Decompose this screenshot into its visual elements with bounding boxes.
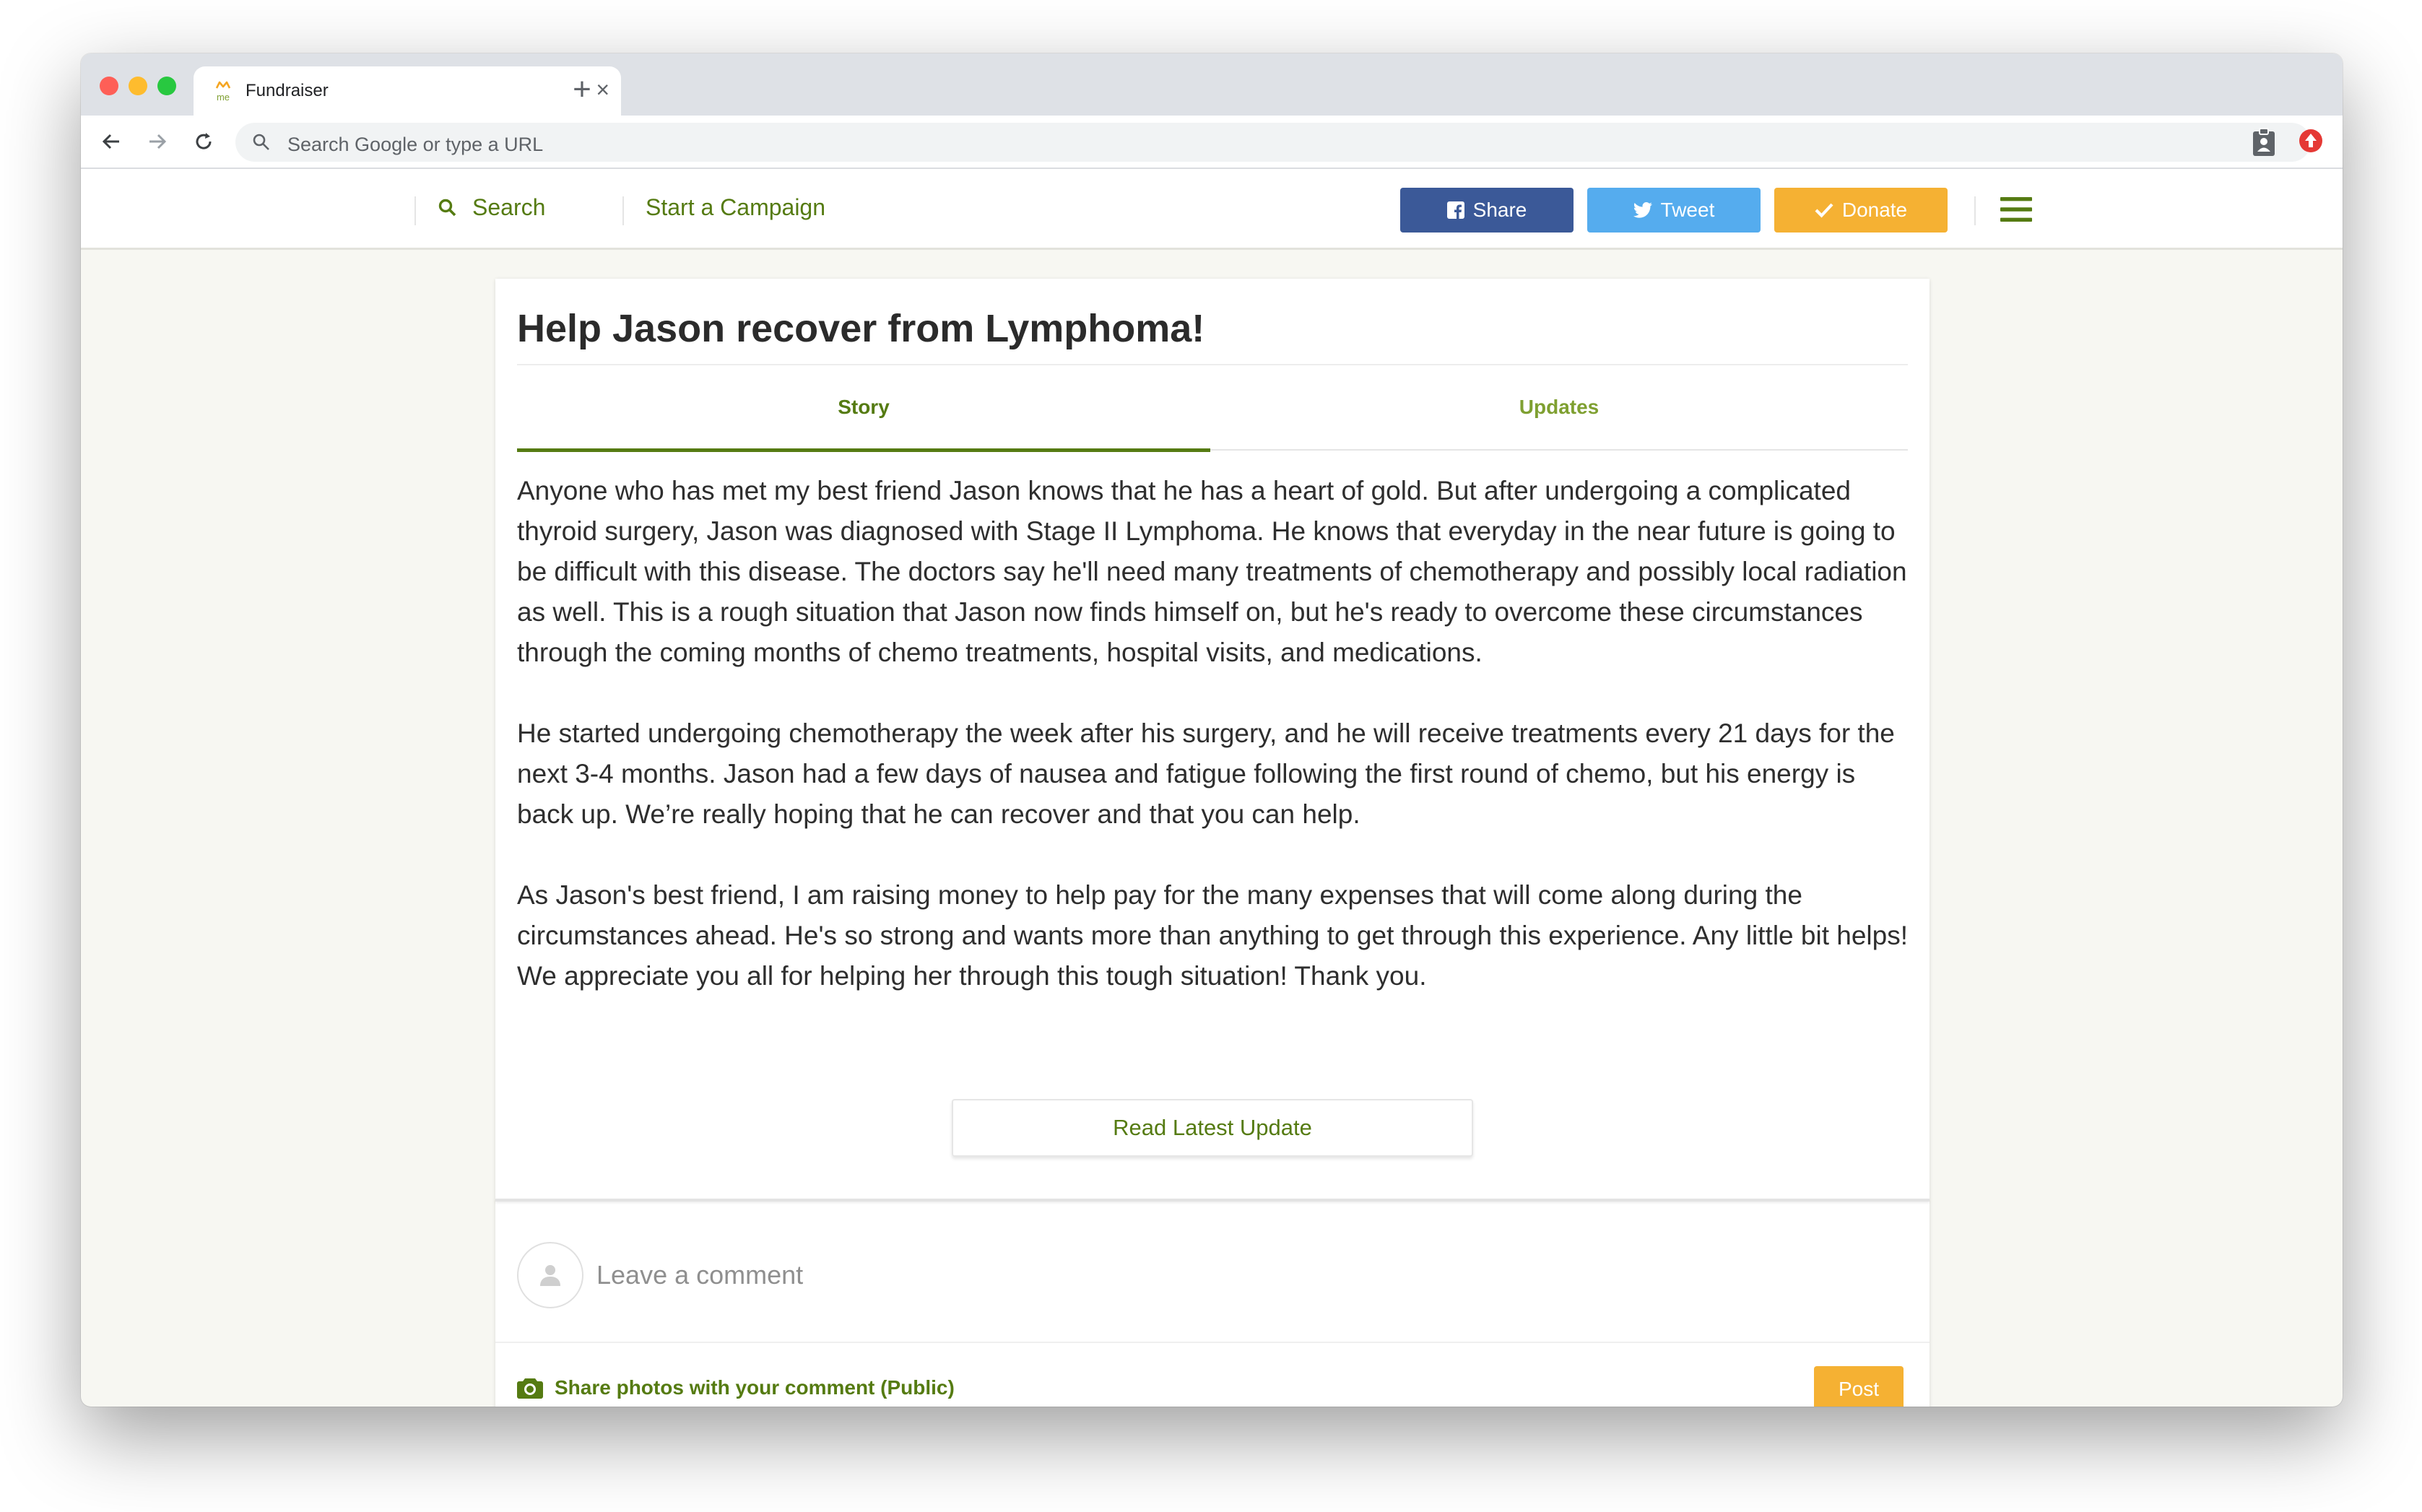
post-button[interactable]: Post — [1814, 1366, 1904, 1407]
search-icon — [438, 199, 456, 216]
facebook-icon — [1446, 201, 1464, 219]
tweet-button-label: Tweet — [1660, 199, 1715, 221]
campaign-tabs: Story Updates — [517, 365, 1908, 452]
back-arrow-icon[interactable] — [94, 124, 129, 159]
avatar — [517, 1242, 583, 1308]
comment-input[interactable] — [596, 1251, 1882, 1300]
search-link-label: Search — [472, 194, 546, 220]
search-link[interactable]: Search — [438, 194, 545, 221]
checkmark-icon — [1815, 203, 1833, 218]
browser-toolbar: Search Google or type a URL — [81, 116, 2343, 169]
share-button[interactable]: Share — [1400, 188, 1574, 233]
nav-divider — [1974, 196, 1976, 225]
tab-strip: me Fundraiser × + — [81, 53, 2343, 116]
site-favicon-icon: me — [215, 81, 231, 103]
nav-divider — [414, 196, 416, 225]
donate-button[interactable]: Donate — [1774, 188, 1948, 233]
read-latest-update-button[interactable]: Read Latest Update — [952, 1099, 1473, 1157]
user-icon — [540, 1265, 560, 1286]
twitter-icon — [1633, 202, 1652, 218]
browser-tab[interactable]: me Fundraiser × — [194, 66, 621, 116]
campaign-story: Anyone who has met my best friend Jason … — [517, 471, 1911, 1037]
svg-text:me: me — [217, 92, 230, 103]
minimize-window-button[interactable] — [129, 77, 147, 95]
share-photos-link[interactable]: Share photos with your comment (Public) — [517, 1376, 955, 1399]
share-button-label: Share — [1472, 199, 1527, 221]
forward-arrow-icon[interactable] — [140, 124, 175, 159]
browser-window: me Fundraiser × + Search Google or type … — [81, 53, 2343, 1407]
camera-icon — [517, 1378, 543, 1399]
extension-icon[interactable] — [2298, 128, 2324, 154]
tab-title: Fundraiser — [246, 81, 329, 100]
share-photos-label: Share photos with your comment (Public) — [555, 1376, 955, 1399]
maximize-window-button[interactable] — [157, 77, 176, 95]
start-campaign-label: Start a Campaign — [646, 194, 826, 220]
reload-icon[interactable] — [186, 124, 221, 159]
address-bar[interactable]: Search Google or type a URL — [235, 123, 2311, 162]
close-window-button[interactable] — [100, 77, 118, 95]
section-divider — [495, 1199, 1930, 1202]
start-campaign-link[interactable]: Start a Campaign — [646, 194, 825, 221]
comment-divider — [495, 1342, 1930, 1343]
tweet-button[interactable]: Tweet — [1587, 188, 1761, 233]
story-paragraph: As Jason's best friend, I am raising mon… — [517, 880, 1908, 991]
site-header: Search Start a Campaign Share Tweet Dona… — [81, 169, 2343, 250]
clipboard-icon[interactable] — [2252, 128, 2276, 157]
story-paragraph: Anyone who has met my best friend Jason … — [517, 476, 1907, 667]
hamburger-menu-icon[interactable] — [2000, 196, 2032, 222]
campaign-card: Help Jason recover from Lymphoma! Story … — [495, 279, 1930, 1407]
nav-divider — [622, 196, 624, 225]
new-tab-button[interactable]: + — [560, 68, 604, 111]
campaign-title: Help Jason recover from Lymphoma! — [517, 307, 1205, 350]
search-icon — [253, 134, 269, 150]
donate-button-label: Donate — [1841, 199, 1908, 221]
tab-story[interactable]: Story — [517, 365, 1210, 452]
tab-updates[interactable]: Updates — [1212, 365, 1906, 449]
story-paragraph: He started undergoing chemotherapy the w… — [517, 718, 1895, 829]
address-placeholder: Search Google or type a URL — [287, 134, 544, 155]
